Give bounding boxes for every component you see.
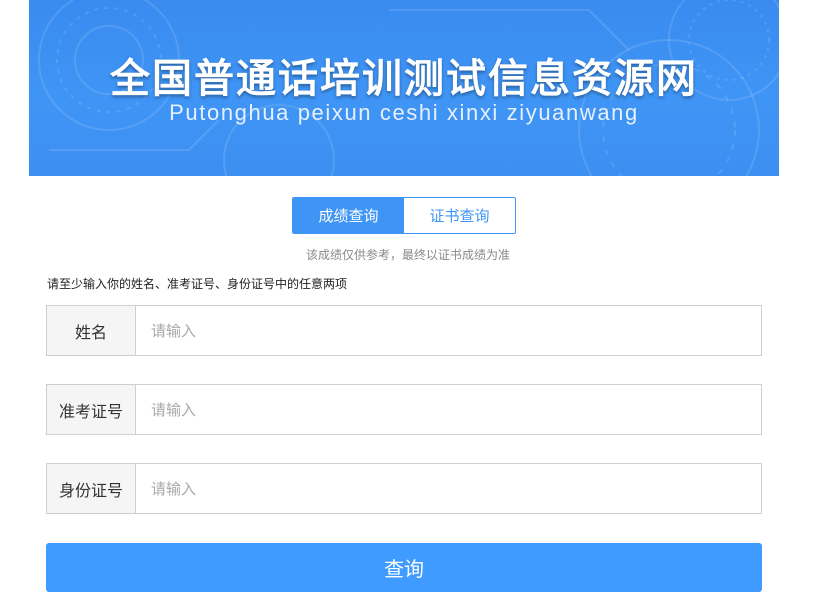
name-input[interactable] — [136, 306, 761, 355]
exam-number-field: 准考证号 — [46, 384, 762, 435]
input-hint: 请至少输入你的姓名、准考证号、身份证号中的任意两项 — [47, 277, 348, 291]
name-label: 姓名 — [47, 306, 136, 355]
id-number-label: 身份证号 — [47, 464, 136, 513]
id-number-input[interactable] — [136, 464, 761, 513]
query-button[interactable]: 查询 — [46, 543, 762, 592]
tab-score-query[interactable]: 成绩查询 — [293, 198, 404, 233]
id-number-field: 身份证号 — [46, 463, 762, 514]
tab-certificate-query[interactable]: 证书查询 — [404, 198, 515, 233]
exam-number-input[interactable] — [136, 385, 761, 434]
score-disclaimer: 该成绩仅供参考，最终以证书成绩为准 — [305, 248, 510, 262]
header-banner: 全国普通话培训测试信息资源网 Putonghua peixun ceshi xi… — [29, 0, 779, 176]
site-title: 全国普通话培训测试信息资源网 — [110, 56, 698, 102]
site-subtitle: Putonghua peixun ceshi xinxi ziyuanwang — [169, 100, 639, 125]
exam-number-label: 准考证号 — [47, 385, 136, 434]
query-tabs: 成绩查询 证书查询 — [292, 197, 516, 234]
name-field: 姓名 — [46, 305, 762, 356]
